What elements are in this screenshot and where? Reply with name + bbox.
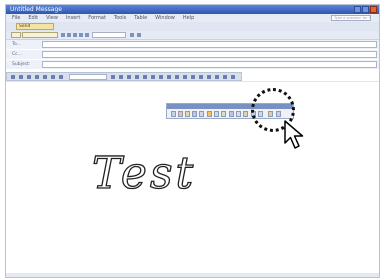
menu-help[interactable]: Help [183, 14, 194, 22]
style-icon[interactable] [11, 75, 15, 79]
menu-table[interactable]: Table [134, 14, 147, 22]
toolbar-options-icon[interactable] [231, 75, 235, 79]
attach-icon[interactable] [61, 33, 65, 37]
menu-tools[interactable]: Tools [114, 14, 126, 22]
increase-indent-icon[interactable] [191, 75, 195, 79]
align-right-icon[interactable] [159, 75, 163, 79]
more-icon[interactable] [137, 33, 141, 37]
subject-label: Subject: [12, 62, 31, 67]
lasso-icon[interactable] [229, 111, 234, 117]
subject-row: Subject: [6, 60, 379, 69]
handwriting-text: Test [92, 148, 196, 199]
close-button[interactable] [370, 6, 377, 13]
formatting-toolbar [6, 72, 242, 81]
numbering-icon[interactable] [167, 75, 171, 79]
html-format-icon[interactable] [130, 33, 134, 37]
font-size-icon[interactable] [111, 75, 115, 79]
arrow-cursor-icon [284, 120, 304, 149]
send-button[interactable]: Send [16, 23, 54, 30]
handwriting-test: Test [91, 147, 196, 199]
cc-field[interactable] [42, 51, 377, 58]
menu-insert[interactable]: Insert [66, 14, 80, 22]
border-icon[interactable] [199, 75, 203, 79]
highlighter-icon[interactable] [207, 111, 212, 117]
cut-icon[interactable] [51, 75, 55, 79]
redo-icon[interactable] [243, 111, 248, 117]
bullets-icon[interactable] [175, 75, 179, 79]
title-bar: Untitled Message [6, 5, 379, 14]
help-search-input[interactable]: Type a question for help [331, 15, 371, 21]
highlight-icon[interactable] [207, 75, 211, 79]
align-center-icon[interactable] [151, 75, 155, 79]
stroke-icon[interactable] [199, 111, 204, 117]
address-book-icon[interactable] [67, 33, 71, 37]
pen-style-icon[interactable] [185, 111, 190, 117]
open-icon[interactable] [27, 75, 31, 79]
minimize-button[interactable] [354, 6, 361, 13]
menu-window[interactable]: Window [155, 14, 175, 22]
pen-icon[interactable] [171, 111, 176, 117]
flag-icon[interactable] [79, 33, 83, 37]
ink-color-icon[interactable] [214, 111, 219, 117]
status-bar [6, 273, 379, 277]
check-names-icon[interactable] [73, 33, 77, 37]
ink-icon[interactable] [223, 75, 227, 79]
align-left-icon[interactable] [143, 75, 147, 79]
bold-icon[interactable] [119, 75, 123, 79]
menu-file[interactable]: File [12, 14, 20, 22]
new-icon[interactable] [19, 75, 23, 79]
select-icon[interactable] [192, 111, 197, 117]
pen-color-icon[interactable] [178, 111, 183, 117]
options-dropdown[interactable] [92, 32, 126, 38]
to-field[interactable] [42, 41, 377, 48]
to-label[interactable]: To... [12, 40, 40, 49]
print-icon[interactable] [43, 75, 47, 79]
ink-width-icon[interactable] [221, 111, 226, 117]
maximize-button[interactable] [362, 6, 369, 13]
options-button[interactable] [22, 32, 58, 38]
menu-format[interactable]: Format [88, 14, 106, 22]
font-color-icon[interactable] [215, 75, 219, 79]
menu-bar: File Edit View Insert Format Tools Table… [6, 14, 379, 22]
accounts-button[interactable] [11, 32, 21, 38]
menu-view[interactable]: View [46, 14, 58, 22]
copy-icon[interactable] [59, 75, 63, 79]
undo-icon[interactable] [236, 111, 241, 117]
standard-toolbar [6, 31, 379, 40]
decrease-indent-icon[interactable] [183, 75, 187, 79]
underline-icon[interactable] [135, 75, 139, 79]
italic-icon[interactable] [127, 75, 131, 79]
to-row: To... [6, 40, 379, 49]
font-dropdown[interactable] [69, 74, 107, 80]
window-title: Untitled Message [10, 6, 62, 13]
subject-field[interactable] [42, 61, 377, 68]
cc-row: Cc... [6, 50, 379, 59]
save-icon[interactable] [35, 75, 39, 79]
menu-edit[interactable]: Edit [28, 14, 38, 22]
cc-label[interactable]: Cc... [12, 50, 40, 59]
importance-icon[interactable] [85, 33, 89, 37]
